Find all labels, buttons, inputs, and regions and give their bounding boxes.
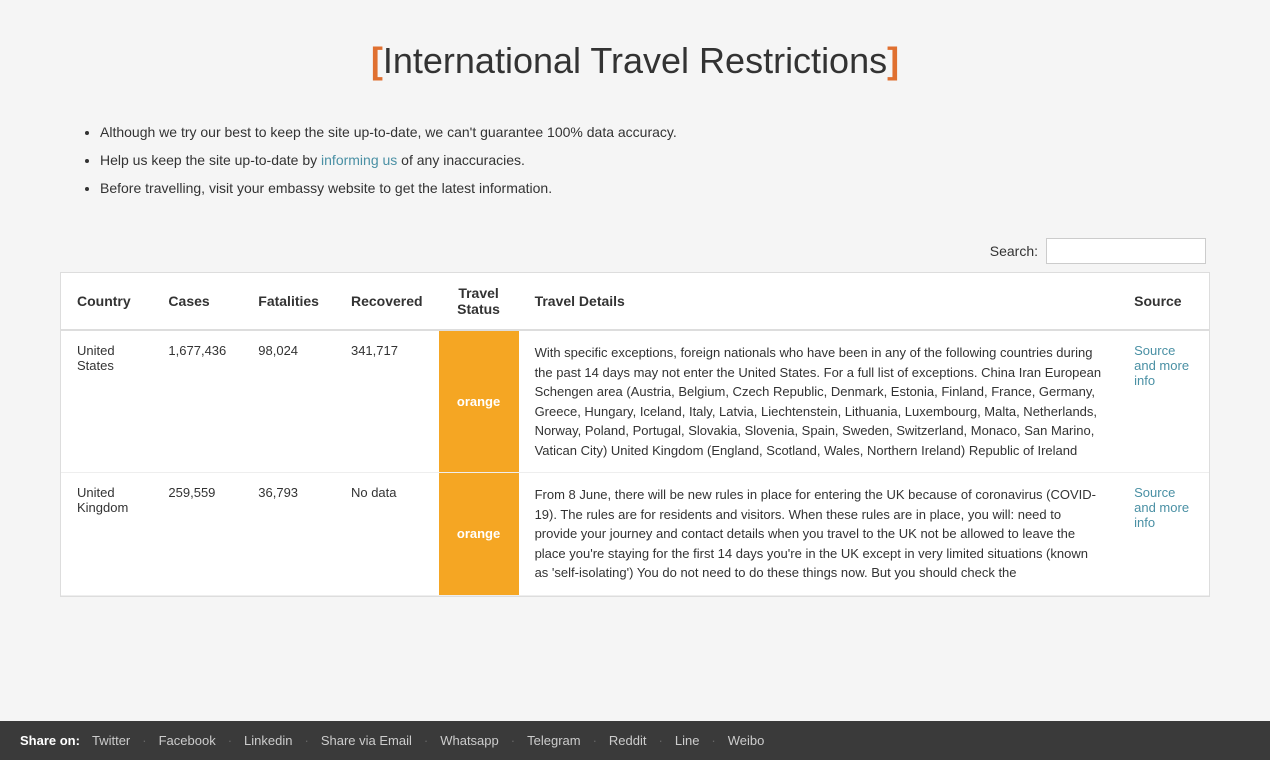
share-line[interactable]: Line: [675, 733, 700, 748]
search-row: Search:: [60, 238, 1210, 264]
search-input[interactable]: [1046, 238, 1206, 264]
recovered-cell: 341,717: [335, 330, 439, 473]
cases-cell: 259,559: [152, 473, 242, 596]
info-bullet-2: Help us keep the site up-to-date by info…: [100, 146, 1210, 174]
share-whatsapp[interactable]: Whatsapp: [440, 733, 499, 748]
restrictions-table: Country Cases Fatalities Recovered Trave…: [61, 273, 1209, 596]
share-bar-label: Share on:: [20, 733, 80, 748]
cases-header: Cases: [152, 273, 242, 330]
cases-cell: 1,677,436: [152, 330, 242, 473]
informing-us-link[interactable]: informing us: [321, 152, 397, 168]
bracket-left: [: [371, 40, 383, 81]
page-title: [International Travel Restrictions]: [60, 40, 1210, 82]
share-bar: Share on: Twitter · Facebook · Linkedin …: [0, 721, 1270, 760]
travel-status-cell: orange: [439, 473, 519, 596]
info-bullet-3: Before travelling, visit your embassy we…: [100, 174, 1210, 202]
share-linkedin[interactable]: Linkedin: [244, 733, 292, 748]
travel-status-header: Travel Status: [439, 273, 519, 330]
search-label: Search:: [990, 243, 1038, 259]
travel-details-cell: With specific exceptions, foreign nation…: [519, 330, 1119, 473]
table-header-row: Country Cases Fatalities Recovered Trave…: [61, 273, 1209, 330]
travel-status-cell: orange: [439, 330, 519, 473]
source-cell: Source and more info: [1118, 330, 1209, 473]
fatalities-header: Fatalities: [242, 273, 335, 330]
share-facebook[interactable]: Facebook: [159, 733, 216, 748]
source-cell: Source and more info: [1118, 473, 1209, 596]
table-row: United Kingdom 259,559 36,793 No data or…: [61, 473, 1209, 596]
travel-details-cell: From 8 June, there will be new rules in …: [519, 473, 1119, 596]
info-bullet-1: Although we try our best to keep the sit…: [100, 118, 1210, 146]
table-wrapper: Country Cases Fatalities Recovered Trave…: [60, 272, 1210, 597]
country-cell: United Kingdom: [61, 473, 152, 596]
travel-details-header: Travel Details: [519, 273, 1119, 330]
source-link[interactable]: Source and more info: [1134, 485, 1189, 530]
share-email[interactable]: Share via Email: [321, 733, 412, 748]
share-weibo[interactable]: Weibo: [728, 733, 765, 748]
country-header: Country: [61, 273, 152, 330]
title-area: [International Travel Restrictions]: [60, 40, 1210, 82]
info-list: Although we try our best to keep the sit…: [60, 118, 1210, 202]
recovered-header: Recovered: [335, 273, 439, 330]
country-cell: United States: [61, 330, 152, 473]
share-telegram[interactable]: Telegram: [527, 733, 580, 748]
fatalities-cell: 98,024: [242, 330, 335, 473]
fatalities-cell: 36,793: [242, 473, 335, 596]
table-row: United States 1,677,436 98,024 341,717 o…: [61, 330, 1209, 473]
share-reddit[interactable]: Reddit: [609, 733, 647, 748]
recovered-cell: No data: [335, 473, 439, 596]
share-twitter[interactable]: Twitter: [92, 733, 130, 748]
source-link[interactable]: Source and more info: [1134, 343, 1189, 388]
source-header: Source: [1118, 273, 1209, 330]
bracket-right: ]: [887, 40, 899, 81]
